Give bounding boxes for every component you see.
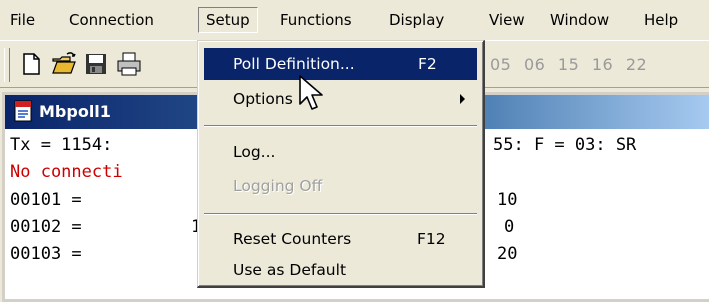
menu-item-label: Reset Counters bbox=[233, 230, 352, 248]
submenu-arrow-icon bbox=[460, 94, 465, 104]
setup-menu-dropdown: Poll Definition... F2 Options Log... Log… bbox=[197, 40, 485, 288]
menu-connection[interactable]: Connection bbox=[62, 7, 161, 33]
register-address: 00103 = bbox=[10, 244, 82, 264]
menu-help[interactable]: Help bbox=[637, 7, 685, 33]
print-icon[interactable] bbox=[116, 51, 142, 77]
menu-item-shortcut: F2 bbox=[418, 55, 437, 73]
open-folder-icon[interactable] bbox=[51, 51, 77, 77]
menu-item-logging-off: Logging Off bbox=[204, 170, 477, 202]
fc-05-button[interactable]: 05 bbox=[490, 55, 511, 74]
menu-item-use-as-default[interactable]: Use as Default bbox=[204, 254, 477, 286]
menu-item-options[interactable]: Options bbox=[204, 83, 477, 115]
menu-setup[interactable]: Setup bbox=[198, 7, 258, 33]
menu-item-shortcut: F12 bbox=[417, 230, 446, 248]
fc-15-button[interactable]: 15 bbox=[558, 55, 579, 74]
menu-bar: File Connection Setup Functions Display … bbox=[0, 0, 709, 40]
register-value: 0 bbox=[504, 217, 515, 237]
register-address: 00102 = bbox=[10, 217, 82, 237]
menu-functions[interactable]: Functions bbox=[273, 7, 359, 33]
menu-item-label: Use as Default bbox=[233, 261, 347, 279]
fc-06-button[interactable]: 06 bbox=[524, 55, 545, 74]
menu-item-poll-definition[interactable]: Poll Definition... F2 bbox=[204, 48, 477, 80]
menu-view[interactable]: View bbox=[482, 7, 532, 33]
register-value: 20 bbox=[497, 244, 518, 264]
app-document-icon[interactable] bbox=[13, 100, 35, 122]
toolbar-grip[interactable] bbox=[4, 48, 10, 82]
function-code-buttons: 05 06 15 16 22 bbox=[490, 53, 654, 77]
menu-item-reset-counters[interactable]: Reset Counters F12 bbox=[204, 223, 477, 255]
fc-22-button[interactable]: 22 bbox=[626, 55, 647, 74]
menu-file[interactable]: File bbox=[3, 7, 42, 33]
fc-16-button[interactable]: 16 bbox=[592, 55, 613, 74]
menu-item-label: Logging Off bbox=[233, 177, 323, 195]
menu-item-log[interactable]: Log... bbox=[204, 136, 477, 168]
menu-item-label: Log... bbox=[233, 143, 276, 161]
status-line-right: 55: F = 03: SR bbox=[493, 135, 637, 155]
menu-display[interactable]: Display bbox=[382, 7, 451, 33]
status-line-left: Tx = 1154: bbox=[10, 135, 113, 155]
register-value: 10 bbox=[497, 190, 518, 210]
window-title: Mbpoll1 bbox=[39, 102, 111, 121]
menu-separator bbox=[204, 213, 477, 215]
menu-separator bbox=[204, 125, 477, 127]
register-address: 00101 = bbox=[10, 190, 82, 210]
new-document-icon[interactable] bbox=[18, 51, 44, 77]
mouse-pointer-icon bbox=[299, 75, 323, 110]
connection-error-text: No connecti bbox=[10, 162, 123, 182]
menu-item-label: Poll Definition... bbox=[233, 55, 355, 73]
save-disk-icon[interactable] bbox=[83, 51, 109, 77]
menu-window[interactable]: Window bbox=[543, 7, 616, 33]
menu-item-label: Options bbox=[233, 90, 293, 108]
